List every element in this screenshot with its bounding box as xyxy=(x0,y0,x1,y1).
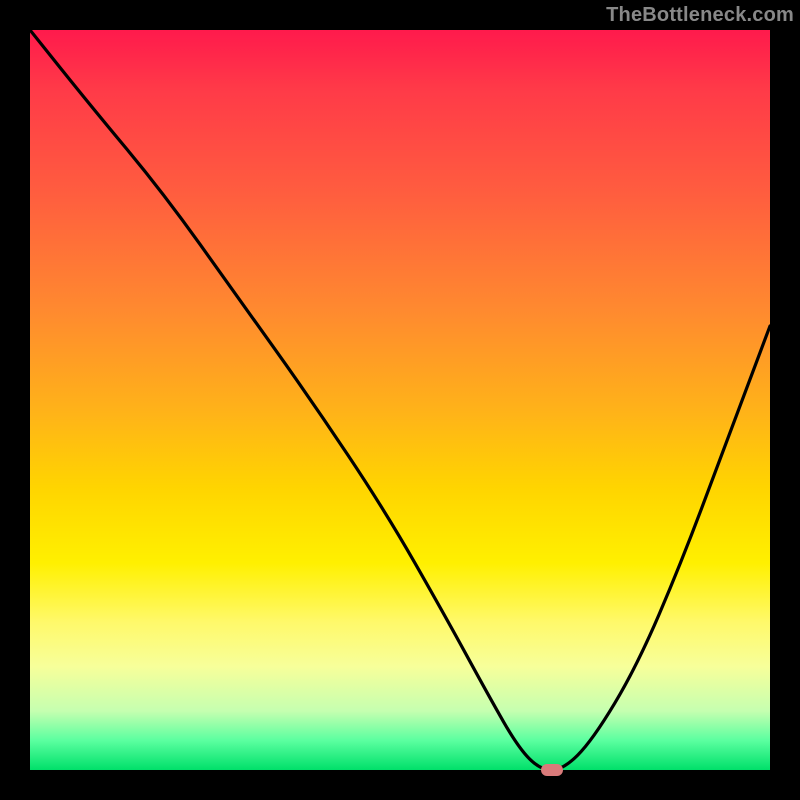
optimum-marker xyxy=(541,764,563,776)
curve-svg xyxy=(30,30,770,770)
bottleneck-curve-path xyxy=(30,30,770,770)
watermark-text: TheBottleneck.com xyxy=(606,4,794,27)
chart-stage: TheBottleneck.com xyxy=(0,0,800,800)
plot-area xyxy=(30,30,770,770)
